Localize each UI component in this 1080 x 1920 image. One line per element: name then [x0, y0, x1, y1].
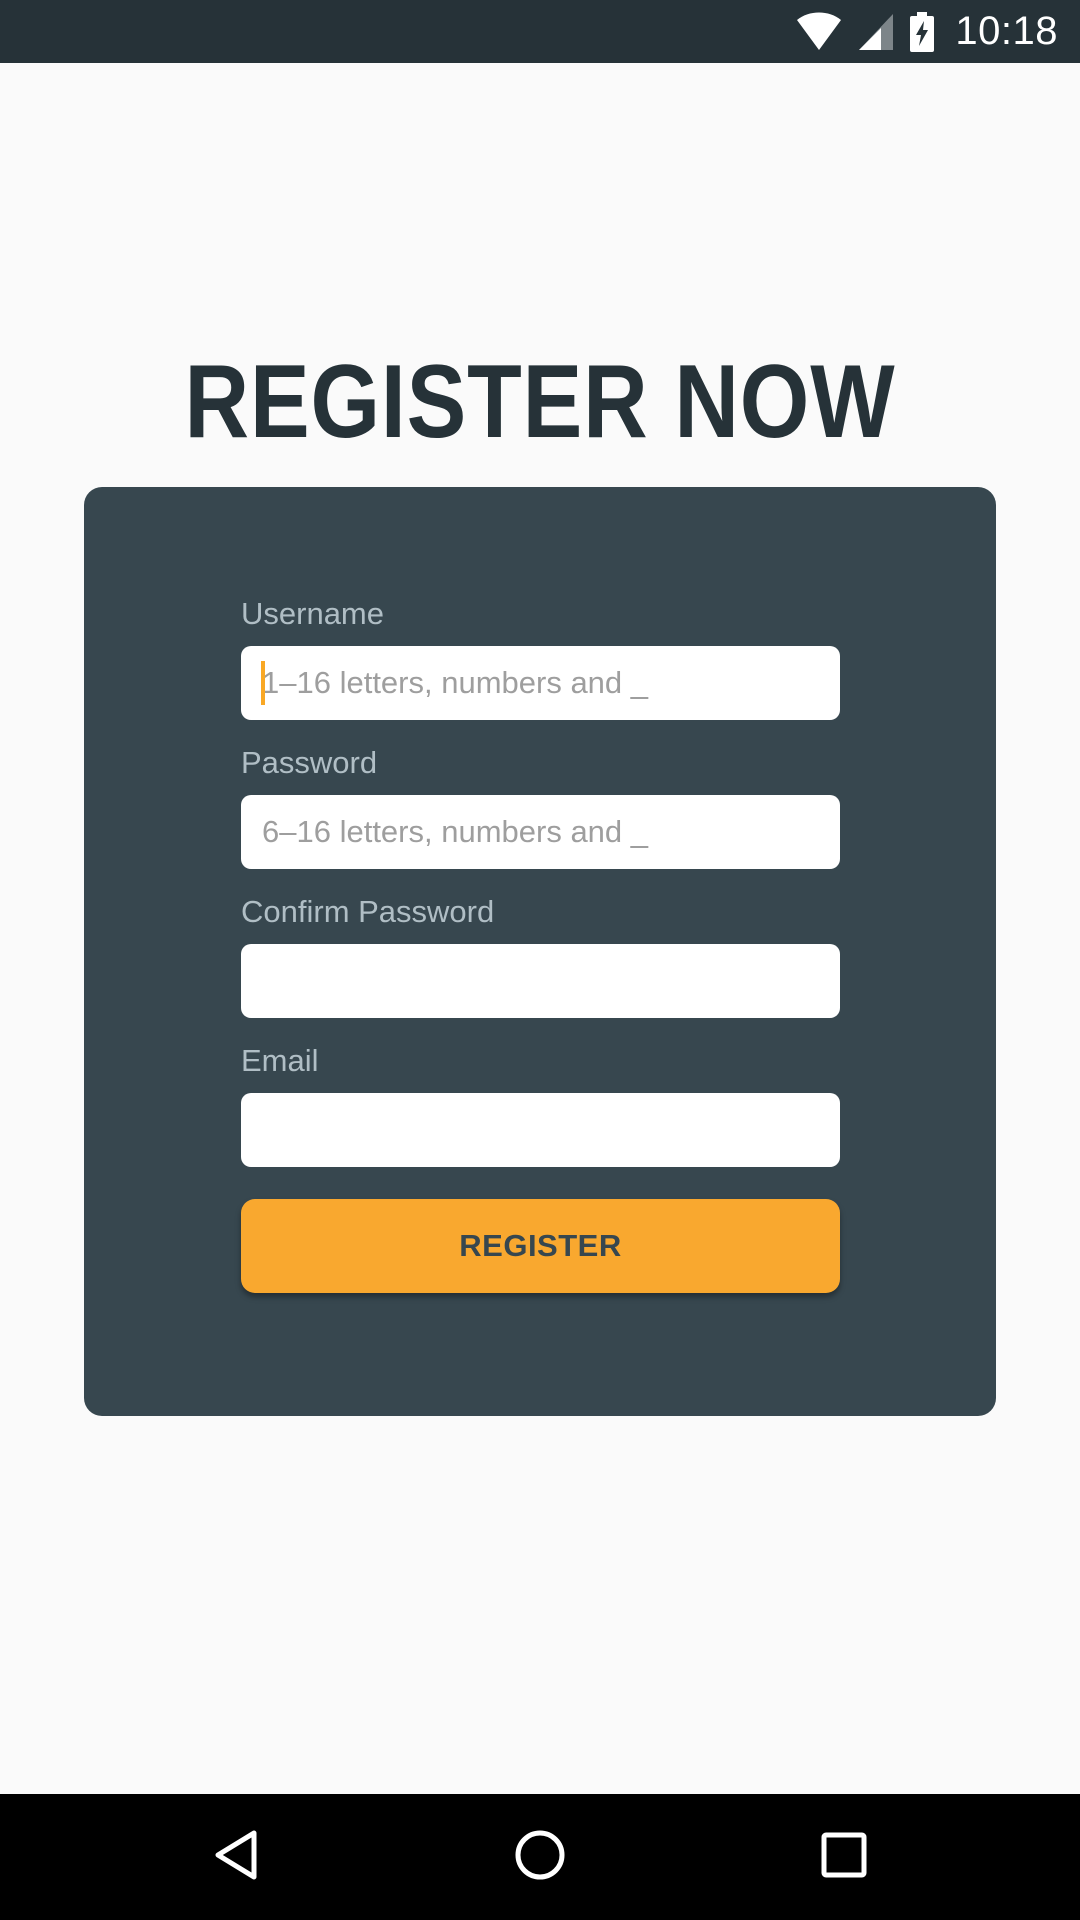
page-title: REGISTER NOW — [184, 344, 896, 460]
wifi-icon — [795, 12, 843, 52]
username-placeholder: 1–16 letters, numbers and _ — [262, 665, 649, 700]
email-label: Email — [241, 1043, 319, 1078]
status-time: 10:18 — [955, 9, 1058, 53]
cell-signal-icon — [857, 12, 895, 52]
register-form-card: Username 1–16 letters, numbers and _ Pas… — [84, 487, 996, 1416]
username-field[interactable]: 1–16 letters, numbers and _ — [241, 646, 840, 720]
password-label: Password — [241, 745, 378, 780]
username-label: Username — [241, 596, 384, 631]
register-button[interactable]: REGISTER — [241, 1199, 840, 1293]
back-icon — [212, 1829, 260, 1886]
battery-charging-icon — [909, 11, 935, 52]
back-button[interactable] — [176, 1794, 296, 1920]
email-field[interactable] — [241, 1093, 840, 1167]
password-placeholder: 6–16 letters, numbers and _ — [262, 814, 649, 849]
password-field[interactable]: 6–16 letters, numbers and _ — [241, 795, 840, 869]
confirm-password-label: Confirm Password — [241, 894, 495, 929]
confirm-password-field[interactable] — [241, 944, 840, 1018]
status-icons: 10:18 — [795, 0, 1058, 63]
status-bar: 10:18 — [0, 0, 1080, 63]
navigation-bar — [0, 1794, 1080, 1920]
recents-button[interactable] — [784, 1794, 904, 1920]
home-icon — [514, 1829, 566, 1886]
recents-icon — [820, 1831, 868, 1884]
home-button[interactable] — [480, 1794, 600, 1920]
text-caret — [261, 661, 265, 705]
